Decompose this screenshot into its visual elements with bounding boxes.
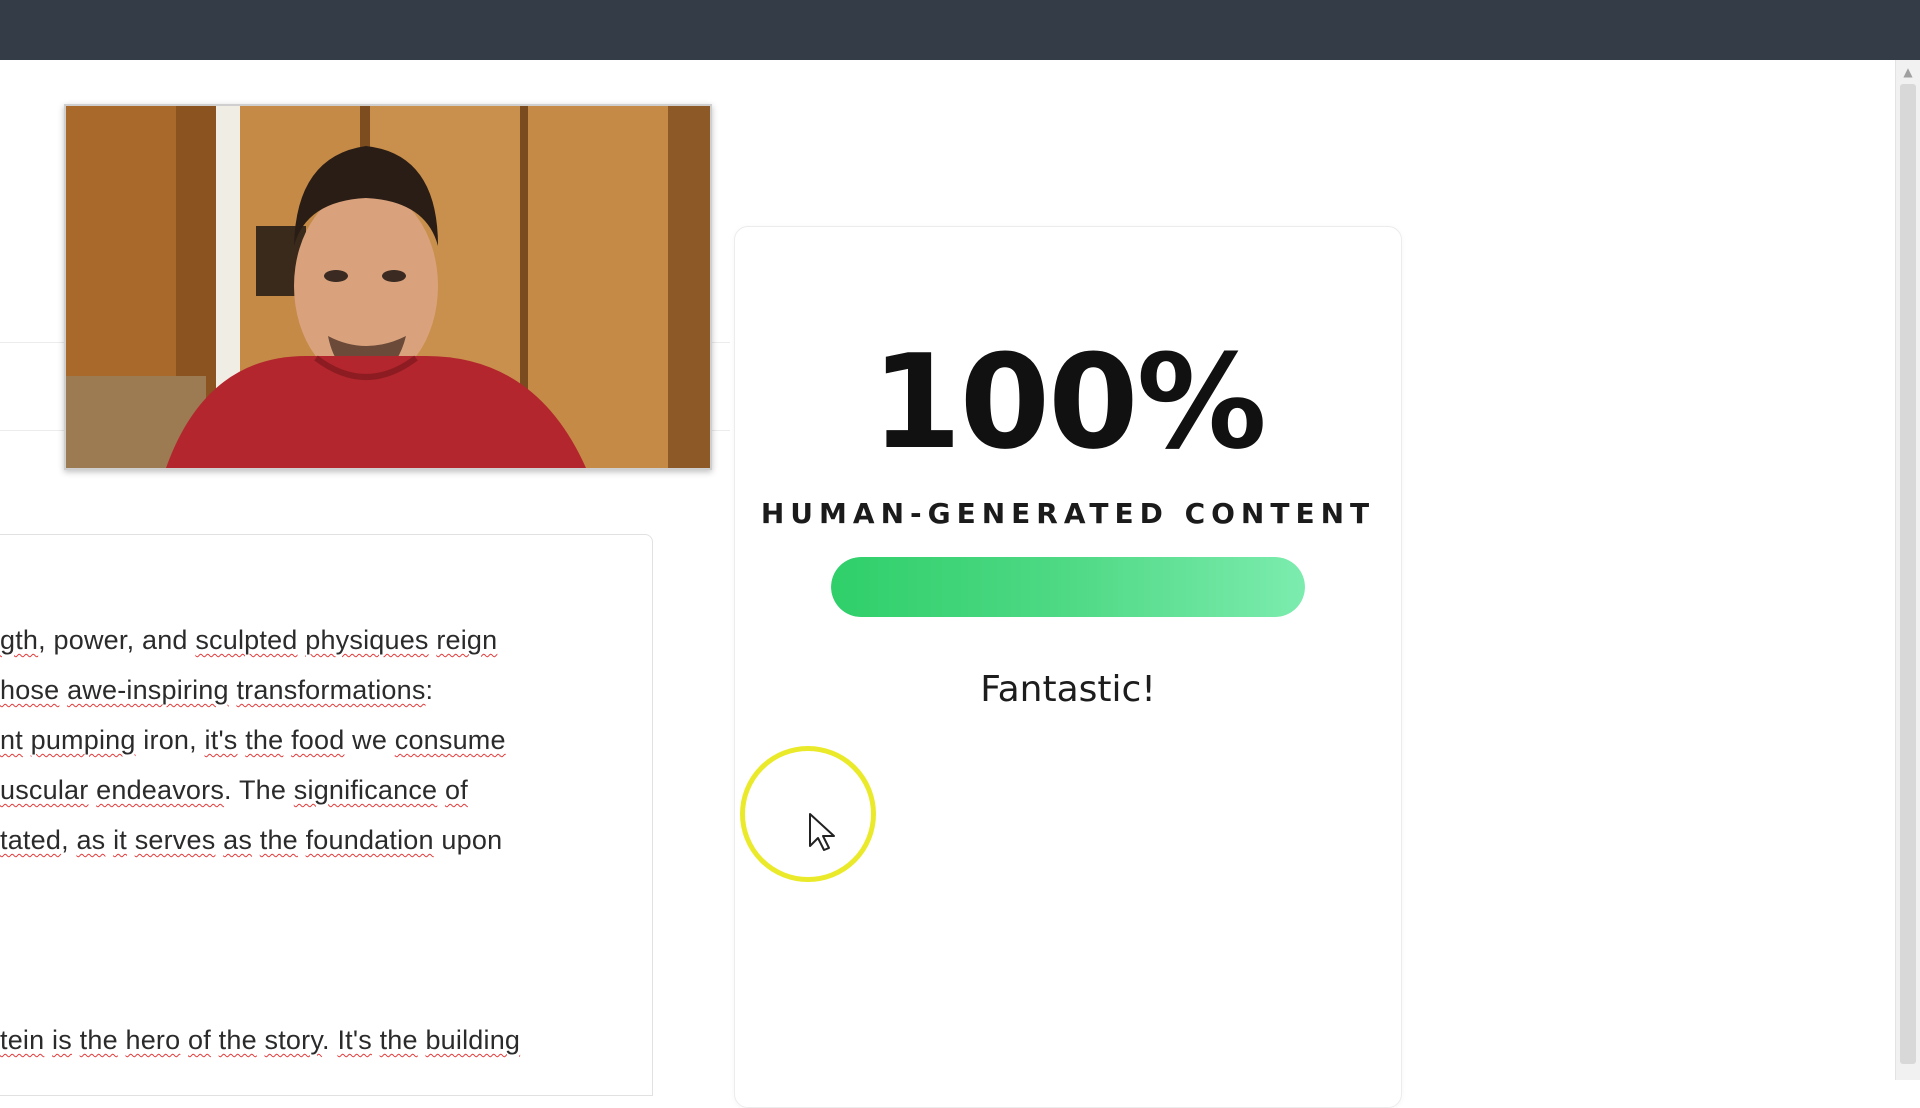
flagged-word: it's [204,725,238,755]
text-segment [257,1025,265,1055]
detection-result-card: 100% HUMAN-GENERATED CONTENT Fantastic! [734,226,1402,1108]
flagged-word: transformations [236,675,426,705]
flagged-word: pumping [30,725,136,755]
text-segment [23,725,31,755]
flagged-word: consume [394,725,506,755]
text-segment [372,1025,380,1055]
flagged-word: hose [0,675,60,705]
text-segment [437,775,445,805]
flagged-word: the [259,825,298,855]
editor-text-line: hose awe-inspiring transformations: [0,675,433,706]
verdict-text: Fantastic! [980,669,1156,710]
flagged-word: of [188,1025,211,1055]
flagged-word: serves [134,825,216,855]
text-segment: we [344,725,395,755]
text-segment [180,1025,188,1055]
flagged-word: as [76,825,106,855]
text-segment [283,725,291,755]
flagged-word: food [291,725,345,755]
flagged-word: as [223,825,253,855]
webcam-overlay [64,104,712,470]
text-segment: , [61,825,77,855]
editor-text-line: gth, power, and sculpted physiques reign [0,625,497,656]
text-segment [105,825,113,855]
page-scrollbar[interactable]: ▲ [1895,60,1920,1080]
flagged-word: physiques [305,625,429,655]
text-segment [118,1025,126,1055]
flagged-word: it [113,825,127,855]
score-progress-fill [831,557,1305,617]
flagged-word: uscular [0,775,89,805]
text-segment [88,775,96,805]
text-segment: . The [224,775,294,805]
flagged-word: story [264,1025,323,1055]
flagged-word: is [52,1025,72,1055]
text-segment [72,1025,80,1055]
flagged-word: tein [0,1025,45,1055]
mouse-pointer-icon [809,813,835,851]
text-segment [252,825,260,855]
flagged-word: It's [337,1025,372,1055]
score-progress-bar [831,557,1305,617]
text-segment: . [322,1025,338,1055]
editor-text-line: tated, as it serves as the foundation up… [0,825,502,856]
text-segment [211,1025,219,1055]
score-percentage: 100% [871,326,1267,478]
text-segment: iron, [135,725,205,755]
webcam-video [66,106,710,468]
flagged-word: the [245,725,284,755]
text-segment: upon [433,825,503,855]
flagged-word: sculpted [195,625,298,655]
flagged-word: gth [0,625,39,655]
text-segment: , power, and [38,625,196,655]
flagged-word: the [379,1025,418,1055]
flagged-word: awe-inspiring [67,675,229,705]
browser-top-bar [0,0,1920,60]
flagged-word: significance [293,775,438,805]
flagged-word: the [218,1025,257,1055]
flagged-word: hero [125,1025,181,1055]
editor-text-line: uscular endeavors. The significance of [0,775,468,806]
text-segment [44,1025,52,1055]
flagged-word: of [444,775,468,805]
score-label: HUMAN-GENERATED CONTENT [760,497,1376,530]
flagged-word: nt [0,725,23,755]
text-segment [127,825,135,855]
editor-text-line: tein is the hero of the story. It's the … [0,1025,520,1056]
text-segment [59,675,67,705]
flagged-word: foundation [305,825,434,855]
flagged-word: tated [0,825,62,855]
text-segment [298,825,306,855]
flagged-word: the [79,1025,118,1055]
text-segment [215,825,223,855]
text-segment: : [425,675,434,705]
text-editor[interactable]: gth, power, and sculpted physiques reign… [0,534,653,1096]
flagged-word: reign [436,625,498,655]
chevron-up-icon[interactable]: ▲ [1900,66,1916,78]
flagged-word: building [425,1025,521,1055]
editor-text-line: nt pumping iron, it's the food we consum… [0,725,506,756]
flagged-word: endeavors [96,775,225,805]
scrollbar-thumb[interactable] [1900,84,1916,1064]
